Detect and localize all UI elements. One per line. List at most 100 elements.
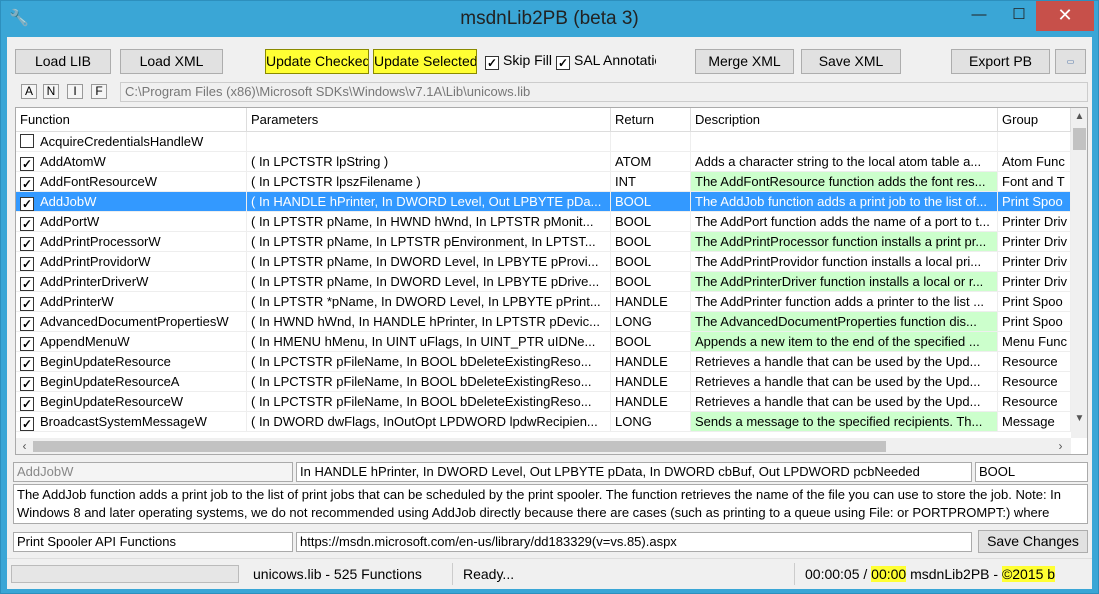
cell-ret[interactable]: BOOL: [611, 232, 691, 252]
cell-params[interactable]: ( In LPTSTR pName, In HWND hWnd, In LPTS…: [247, 212, 611, 232]
function-grid[interactable]: Function Parameters Return Description G…: [15, 107, 1088, 455]
scroll-down-icon[interactable]: ▼: [1071, 410, 1087, 427]
cell-group[interactable]: Print Spoo: [998, 192, 1071, 212]
parameters-field[interactable]: In HANDLE hPrinter, In DWORD Level, Out …: [296, 462, 972, 482]
row-checkbox[interactable]: ✓: [20, 157, 34, 171]
cell-params[interactable]: ( In LPCTSTR pFileName, In BOOL bDeleteE…: [247, 352, 611, 372]
close-button[interactable]: ✕: [1036, 1, 1094, 31]
cell-ret[interactable]: HANDLE: [611, 292, 691, 312]
cell-desc[interactable]: Retrieves a handle that can be used by t…: [691, 352, 998, 372]
table-row[interactable]: ✓ BeginUpdateResourceW ( In LPCTSTR pFileN…: [16, 392, 1071, 412]
cell-function[interactable]: ✓ AddPrinterDriverW: [16, 272, 247, 292]
cell-function[interactable]: ✓ AppendMenuW: [16, 332, 247, 352]
row-checkbox[interactable]: ✓: [20, 357, 34, 371]
table-row[interactable]: ✓ AddJobW ( In HANDLE hPrinter, In DWORD L…: [16, 192, 1071, 212]
cell-group[interactable]: Printer Driv: [998, 212, 1071, 232]
table-row[interactable]: ✓ AddPrinterDriverW ( In LPTSTR pName, In …: [16, 272, 1071, 292]
row-checkbox[interactable]: ✓: [20, 397, 34, 411]
row-checkbox[interactable]: ✓: [20, 257, 34, 271]
cell-ret[interactable]: BOOL: [611, 252, 691, 272]
cell-group[interactable]: Message: [998, 412, 1071, 432]
column-header-group[interactable]: Group: [998, 108, 1071, 132]
cell-desc[interactable]: Sends a message to the specified recipie…: [691, 412, 998, 432]
cell-ret[interactable]: BOOL: [611, 192, 691, 212]
cell-function[interactable]: ✓ AddPrinterW: [16, 292, 247, 312]
table-row[interactable]: ✓ AddPortW ( In LPTSTR pName, In HWND hWnd…: [16, 212, 1071, 232]
save-changes-button[interactable]: Save Changes: [978, 530, 1088, 553]
table-row[interactable]: ✓ AppendMenuW ( In HMENU hMenu, In UINT uF…: [16, 332, 1071, 352]
table-row[interactable]: ✓ BeginUpdateResourceA ( In LPCTSTR pFileN…: [16, 372, 1071, 392]
cell-group[interactable]: Print Spoo: [998, 312, 1071, 332]
scroll-left-icon[interactable]: ‹: [16, 438, 33, 454]
update-checked-button[interactable]: Update Checked: [265, 49, 369, 74]
cell-ret[interactable]: HANDLE: [611, 372, 691, 392]
cell-params[interactable]: ( In LPTSTR pName, In DWORD Level, In LP…: [247, 272, 611, 292]
save-xml-button[interactable]: Save XML: [801, 49, 901, 74]
lib-path-field[interactable]: C:\Program Files (x86)\Microsoft SDKs\Wi…: [120, 82, 1088, 102]
cell-desc[interactable]: Appends a new item to the end of the spe…: [691, 332, 998, 352]
cell-group[interactable]: Printer Driv: [998, 252, 1071, 272]
sal-annotations-checkbox[interactable]: ✓ SAL Annotatic: [556, 51, 656, 71]
maximize-button[interactable]: ☐: [999, 1, 1039, 31]
cell-function[interactable]: ✓ BroadcastSystemMessageW: [16, 412, 247, 432]
cell-params[interactable]: ( In LPTSTR pName, In LPTSTR pEnvironmen…: [247, 232, 611, 252]
cell-function[interactable]: ✓ AddPortW: [16, 212, 247, 232]
cell-desc[interactable]: The AddFontResource function adds the fo…: [691, 172, 998, 192]
cell-ret[interactable]: LONG: [611, 412, 691, 432]
cell-group[interactable]: [998, 132, 1071, 152]
filter-a-button[interactable]: A: [21, 84, 37, 99]
row-checkbox[interactable]: ✓: [20, 317, 34, 331]
row-checkbox[interactable]: ✓: [20, 177, 34, 191]
column-header-return[interactable]: Return: [611, 108, 691, 132]
url-field[interactable]: https://msdn.microsoft.com/en-us/library…: [296, 532, 972, 552]
cell-params[interactable]: ( In LPTSTR pName, In DWORD Level, In LP…: [247, 252, 611, 272]
skip-fill-checkbox[interactable]: ✓ Skip Fill: [485, 51, 555, 71]
table-row[interactable]: AcquireCredentialsHandleW: [16, 132, 1071, 152]
cell-params[interactable]: ( In DWORD dwFlags, InOutOpt LPDWORD lpd…: [247, 412, 611, 432]
merge-xml-button[interactable]: Merge XML: [695, 49, 794, 74]
cell-desc[interactable]: The AddPrintProvidor function installs a…: [691, 252, 998, 272]
cell-function[interactable]: ✓ BeginUpdateResourceA: [16, 372, 247, 392]
cell-group[interactable]: Print Spoo: [998, 292, 1071, 312]
cell-function[interactable]: ✓ AddAtomW: [16, 152, 247, 172]
cell-function[interactable]: ✓ AddFontResourceW: [16, 172, 247, 192]
update-selected-button[interactable]: Update Selected: [373, 49, 477, 74]
cell-ret[interactable]: LONG: [611, 312, 691, 332]
row-checkbox[interactable]: ✓: [20, 217, 34, 231]
cell-group[interactable]: Atom Func: [998, 152, 1071, 172]
row-checkbox[interactable]: [20, 134, 34, 148]
cell-function[interactable]: ✓ AddPrintProcessorW: [16, 232, 247, 252]
filter-n-button[interactable]: N: [43, 84, 59, 99]
table-row[interactable]: ✓ AddPrintProvidorW ( In LPTSTR pName, In …: [16, 252, 1071, 272]
table-row[interactable]: ✓ AddAtomW ( In LPCTSTR lpString ) ATOM Adds…: [16, 152, 1071, 172]
cell-desc[interactable]: The AdvancedDocumentProperties function …: [691, 312, 998, 332]
cell-group[interactable]: Printer Driv: [998, 272, 1071, 292]
cell-desc[interactable]: Retrieves a handle that can be used by t…: [691, 392, 998, 412]
cell-function[interactable]: ✓ AddPrintProvidorW: [16, 252, 247, 272]
cell-params[interactable]: ( In HMENU hMenu, In UINT uFlags, In UIN…: [247, 332, 611, 352]
cell-group[interactable]: Font and T: [998, 172, 1071, 192]
table-row[interactable]: ✓ BeginUpdateResource ( In LPCTSTR pFileNa…: [16, 352, 1071, 372]
vertical-scrollbar[interactable]: ▲ ▼: [1071, 108, 1087, 438]
cell-function[interactable]: ✓ BeginUpdateResource: [16, 352, 247, 372]
cell-params[interactable]: ( In LPTSTR *pName, In DWORD Level, In L…: [247, 292, 611, 312]
function-name-field[interactable]: AddJobW: [13, 462, 293, 482]
cell-ret[interactable]: ATOM: [611, 152, 691, 172]
title-bar[interactable]: 🔧 msdnLib2PB (beta 3) — ☐ ✕: [1, 1, 1098, 37]
cell-params[interactable]: ( In LPCTSTR pFileName, In BOOL bDeleteE…: [247, 372, 611, 392]
horizontal-scroll-thumb[interactable]: [33, 441, 886, 452]
cell-ret[interactable]: HANDLE: [611, 392, 691, 412]
row-checkbox[interactable]: ✓: [20, 297, 34, 311]
cell-params[interactable]: [247, 132, 611, 152]
scroll-up-icon[interactable]: ▲: [1071, 108, 1087, 125]
cell-group[interactable]: Resource: [998, 372, 1071, 392]
row-checkbox[interactable]: ✓: [20, 277, 34, 291]
cell-params[interactable]: ( In HWND hWnd, In HANDLE hPrinter, In L…: [247, 312, 611, 332]
table-row[interactable]: ✓ AddPrintProcessorW ( In LPTSTR pName, In…: [16, 232, 1071, 252]
column-header-description[interactable]: Description: [691, 108, 998, 132]
cell-desc[interactable]: The AddJob function adds a print job to …: [691, 192, 998, 212]
column-header-parameters[interactable]: Parameters: [247, 108, 611, 132]
cell-group[interactable]: Resource: [998, 392, 1071, 412]
filter-f-button[interactable]: F: [91, 84, 107, 99]
return-type-field[interactable]: BOOL: [975, 462, 1088, 482]
